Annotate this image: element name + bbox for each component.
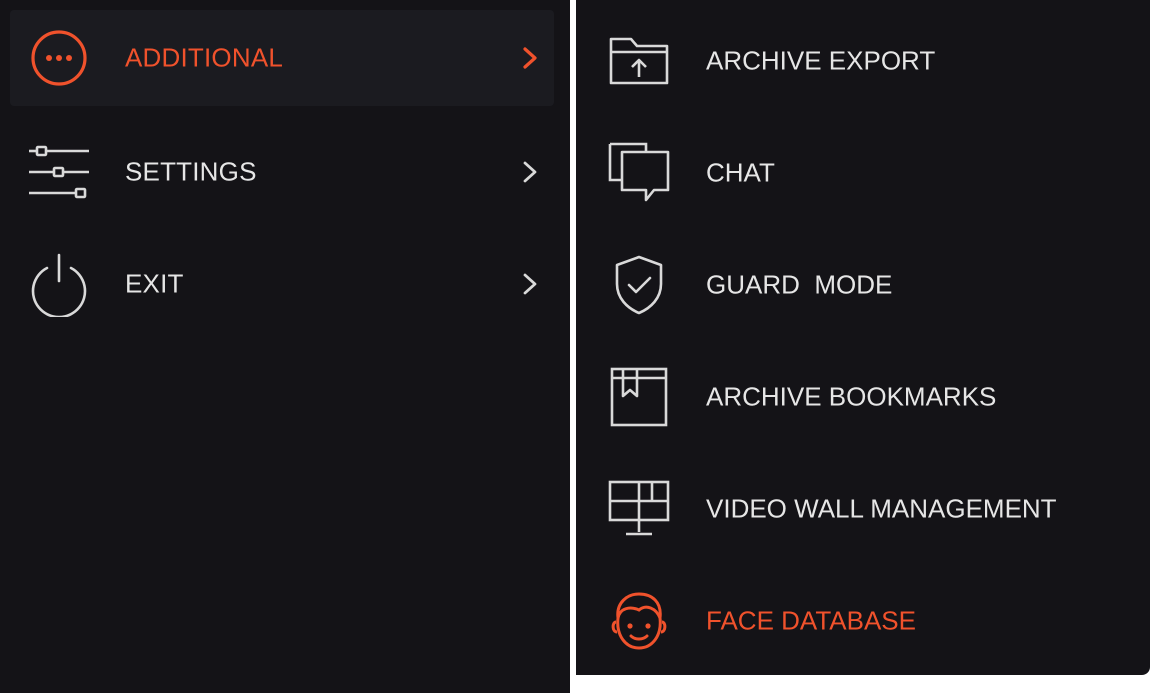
menu-item-settings[interactable]: SETTINGS <box>10 124 554 220</box>
chevron-right-icon <box>520 160 540 184</box>
submenu-item-video-wall-management[interactable]: VIDEO WALL MANAGEMENT <box>576 453 1150 565</box>
submenu-item-archive-export[interactable]: ARCHIVE EXPORT <box>576 5 1150 117</box>
submenu-item-label: FACE DATABASE <box>706 605 916 636</box>
submenu-item-label: ARCHIVE BOOKMARKS <box>706 381 997 412</box>
submenu-item-label: ARCHIVE EXPORT <box>706 45 936 76</box>
face-icon <box>604 586 674 656</box>
submenu-item-label: VIDEO WALL MANAGEMENT <box>706 493 1057 524</box>
chevron-right-icon <box>520 272 540 296</box>
chat-icon <box>604 138 674 208</box>
submenu-item-label: GUARD MODE <box>706 269 893 300</box>
submenu-item-face-database[interactable]: FACE DATABASE <box>576 565 1150 677</box>
sliders-icon <box>24 137 94 207</box>
submenu-item-archive-bookmarks[interactable]: ARCHIVE BOOKMARKS <box>576 341 1150 453</box>
menu-item-label: SETTINGS <box>125 156 257 187</box>
more-horizontal-circle-icon <box>24 23 94 93</box>
menu-item-exit[interactable]: EXIT <box>10 236 554 332</box>
submenu-item-chat[interactable]: CHAT <box>576 117 1150 229</box>
chevron-right-icon <box>520 46 540 70</box>
power-icon <box>24 249 94 319</box>
bookmark-box-icon <box>604 362 674 432</box>
folder-upload-icon <box>604 26 674 96</box>
shield-check-icon <box>604 250 674 320</box>
menu-item-label: EXIT <box>125 268 184 299</box>
menu-item-label: ADDITIONAL <box>125 42 284 73</box>
menu-item-additional[interactable]: ADDITIONAL <box>10 10 554 106</box>
submenu-item-label: CHAT <box>706 157 775 188</box>
monitor-grid-icon <box>604 474 674 544</box>
app-window: ADDITIONAL SETTINGS EXIT ARCHIVE EXPORT … <box>0 0 1163 693</box>
submenu-item-guard-mode[interactable]: GUARD MODE <box>576 229 1150 341</box>
